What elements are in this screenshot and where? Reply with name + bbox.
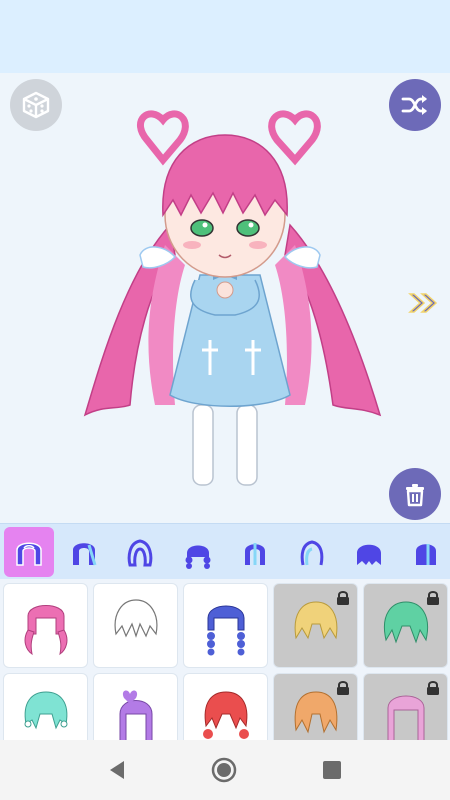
category-tab-bar <box>0 523 450 579</box>
recents-button[interactable] <box>316 754 348 786</box>
lock-icon <box>427 681 439 695</box>
hair-style-8-icon <box>416 544 436 565</box>
lock-icon <box>337 681 349 695</box>
category-tab-4[interactable] <box>173 527 223 577</box>
hair-item-6[interactable] <box>4 674 87 740</box>
hair-item-3[interactable] <box>184 584 267 667</box>
category-tab-8[interactable] <box>401 527 450 577</box>
hair-style-4-icon <box>185 545 211 569</box>
red-curly-hair-icon <box>202 690 249 739</box>
shuffle-button[interactable] <box>389 79 441 131</box>
hair-item-8[interactable] <box>184 674 267 740</box>
mint-wavy-hair-icon <box>24 690 67 729</box>
hair-item-10-locked[interactable] <box>364 674 447 740</box>
pink-twintail-hair-icon <box>24 604 67 655</box>
hair-style-6-icon <box>300 540 324 566</box>
chibi-character <box>83 110 382 486</box>
hair-style-3-icon <box>127 539 153 567</box>
category-tab-7[interactable] <box>344 527 394 577</box>
hair-item-7[interactable] <box>94 674 177 740</box>
category-tab-3[interactable] <box>115 527 165 577</box>
dice-icon <box>22 91 50 119</box>
home-button[interactable] <box>208 754 240 786</box>
category-tab-1[interactable] <box>4 527 54 577</box>
hair-item-4-locked[interactable] <box>274 584 357 667</box>
back-button[interactable] <box>101 754 133 786</box>
recents-square-icon <box>323 761 341 779</box>
hair-style-7-icon <box>357 544 381 565</box>
hair-selection-grid <box>0 579 450 740</box>
system-navigation-bar <box>0 740 450 800</box>
hair-item-1[interactable] <box>4 584 87 667</box>
hair-style-5-icon <box>245 543 265 565</box>
back-triangle-icon <box>110 761 124 779</box>
delete-button[interactable] <box>389 468 441 520</box>
category-tab-6[interactable] <box>287 527 337 577</box>
lock-icon <box>427 591 439 605</box>
purple-heart-buns-hair-icon <box>119 690 152 740</box>
double-chevron-right-icon <box>408 293 438 313</box>
white-messy-hair-icon <box>114 598 157 638</box>
trash-icon <box>406 484 424 507</box>
shuffle-icon <box>401 95 427 115</box>
category-tab-2[interactable] <box>59 527 109 577</box>
next-button[interactable] <box>405 288 443 318</box>
hair-style-1-icon <box>16 542 42 566</box>
category-tab-5[interactable] <box>230 527 280 577</box>
randomize-button[interactable] <box>10 79 62 131</box>
lock-icon <box>337 591 349 605</box>
hair-item-5-locked[interactable] <box>364 584 447 667</box>
top-bar <box>0 0 450 73</box>
blue-braids-hair-icon <box>206 605 245 655</box>
home-circle-icon <box>211 757 237 783</box>
hair-item-2[interactable] <box>94 584 177 667</box>
hair-item-9-locked[interactable] <box>274 674 357 740</box>
hair-style-2-icon <box>73 543 97 566</box>
